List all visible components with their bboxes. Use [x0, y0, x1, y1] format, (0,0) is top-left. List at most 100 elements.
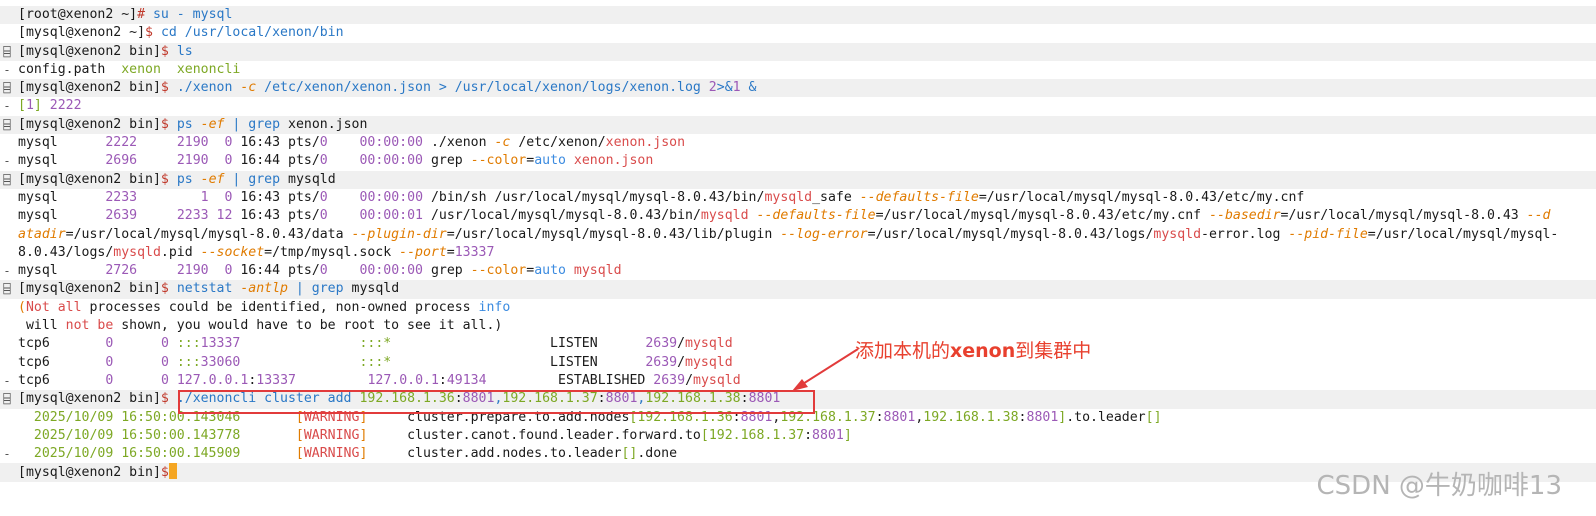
text-segment: .pid — [160, 244, 201, 260]
text-segment: 2233 — [176, 208, 209, 224]
text-segment: --plugin-dir — [351, 226, 447, 242]
text-segment: | grep — [224, 171, 288, 187]
text-segment: 0 — [319, 135, 328, 151]
text-segment: --defaults-file — [756, 208, 876, 224]
text-segment: =/usr/local/mysql/mysql-8.0.43/logs/ — [867, 226, 1154, 242]
text-segment: = — [526, 263, 535, 279]
text-segment: mysql — [18, 189, 106, 205]
text-segment: [ — [295, 446, 304, 462]
text-segment — [240, 428, 296, 443]
gutter-marker: ⌸ — [3, 81, 11, 96]
text-segment: # — [137, 7, 146, 22]
text-segment: mysqld — [693, 372, 741, 388]
text-segment — [113, 355, 161, 370]
text-segment — [328, 208, 360, 223]
text-segment: 8801 — [883, 409, 916, 425]
text-segment — [169, 355, 177, 370]
text-segment: =/usr/local/mysql/mysql-8.0.43/etc/my.cn… — [978, 189, 1305, 205]
text-segment: 2696 — [105, 153, 138, 169]
terminal-line: mysql 2639 2233 12 16:43 pts/0 00:00:01 … — [0, 207, 1596, 225]
text-segment: mysqld — [764, 189, 813, 205]
text-segment: 2025/10/09 16:50:00.143778 — [33, 427, 241, 443]
gutter-marker: - — [3, 447, 11, 462]
text-segment — [137, 153, 177, 168]
text-segment: --defaults-file — [859, 189, 979, 205]
text-segment: -ef — [200, 116, 225, 132]
text-segment: [] — [621, 446, 638, 462]
terminal-line: ⌸ [mysql@xenon2 bin]$ ls — [0, 42, 1596, 61]
terminal-line-text: will not be shown, you would have to be … — [18, 317, 502, 335]
text-segment — [209, 263, 225, 278]
text-segment: ps — [168, 171, 201, 187]
text-segment: = — [526, 153, 535, 169]
text-segment: [ — [700, 427, 709, 443]
text-segment: 1 — [732, 80, 741, 96]
text-segment: 00:00:01 — [359, 208, 424, 224]
text-segment: ESTABLISHED — [486, 372, 654, 388]
text-segment: $ — [160, 281, 169, 297]
text-segment: auto — [534, 153, 566, 169]
text-segment: 2190 — [176, 135, 209, 151]
text-segment: tcp6 — [18, 336, 106, 352]
text-segment — [328, 135, 360, 150]
text-segment: LISTEN — [391, 354, 646, 370]
text-segment — [566, 153, 574, 168]
text-segment: 16:44 pts/ — [232, 153, 320, 169]
text-segment: cluster.canot.found.leader.forward.to — [367, 427, 701, 443]
text-segment: 2233 — [105, 189, 138, 205]
text-segment: xenon.json — [605, 135, 686, 151]
text-segment: auto — [534, 263, 566, 279]
text-segment: ./xenon — [168, 80, 241, 96]
text-segment: / — [677, 354, 686, 370]
text-segment: grep — [423, 153, 471, 169]
text-segment: >& — [716, 80, 733, 96]
terminal-line-text: tcp6 0 0 :::33060 :::* LISTEN 2639/mysql… — [18, 354, 733, 372]
gutter-marker: - — [3, 264, 11, 279]
highlight-box — [178, 390, 815, 414]
text-segment: tcp6 — [18, 354, 106, 370]
text-segment: mysqld — [685, 354, 733, 370]
text-segment — [209, 190, 225, 205]
text-segment: $ — [145, 25, 153, 41]
terminal-line: - config.path xenon xenoncli — [0, 61, 1596, 79]
text-segment: ps — [168, 116, 201, 132]
text-segment: 2726 — [105, 263, 138, 279]
text-segment: : — [804, 427, 813, 443]
text-segment: 2222 — [105, 135, 138, 151]
text-segment: 0 — [319, 189, 328, 205]
text-segment: ] — [843, 427, 852, 443]
annotation-text-bold: xenon — [950, 340, 1016, 362]
text-segment: config.path — [18, 61, 122, 77]
text-segment: mysqld — [351, 281, 400, 297]
text-segment: 13337 — [256, 372, 296, 388]
text-segment: mysql — [18, 153, 106, 169]
text-segment: [mysql@xenon2 bin] — [18, 281, 161, 297]
text-segment — [296, 373, 367, 388]
text-segment — [161, 62, 177, 77]
gutter-marker: ⌸ — [3, 282, 11, 297]
text-segment: : — [1018, 409, 1027, 425]
text-segment: =/usr/local/mysql/mysql-8.0.43 — [1280, 208, 1527, 224]
text-segment: 8.0.43/logs/ — [18, 244, 114, 260]
terminal-line-text: 2025/10/09 16:50:00.143778 [WARNING] clu… — [18, 427, 852, 445]
terminal-line: will not be shown, you would have to be … — [0, 317, 1596, 335]
terminal-line: ⌸ [mysql@xenon2 bin]$ ./xenon -c /etc/xen… — [0, 79, 1596, 98]
annotation-text-after: 到集群中 — [1015, 340, 1092, 362]
text-segment — [18, 410, 34, 425]
terminal-line: (Not all processes could be identified, … — [0, 299, 1596, 317]
text-segment: ./xenon — [423, 135, 495, 151]
text-segment — [240, 446, 296, 461]
text-segment: mysqld — [685, 336, 733, 352]
text-segment: / — [685, 372, 694, 388]
text-segment: 2 — [708, 80, 717, 96]
text-segment — [328, 263, 360, 278]
text-segment: & — [740, 80, 757, 96]
text-segment: ] — [33, 98, 42, 114]
text-segment: $ — [160, 171, 169, 187]
text-segment: -c — [494, 135, 511, 151]
text-segment: $ — [160, 80, 169, 96]
text-segment: -error.log — [1201, 226, 1289, 242]
text-segment: 16:43 pts/ — [232, 135, 320, 151]
text-segment: --color — [470, 263, 527, 279]
terminal-line: - mysql 2696 2190 0 16:44 pts/0 00:00:00 … — [0, 152, 1596, 170]
